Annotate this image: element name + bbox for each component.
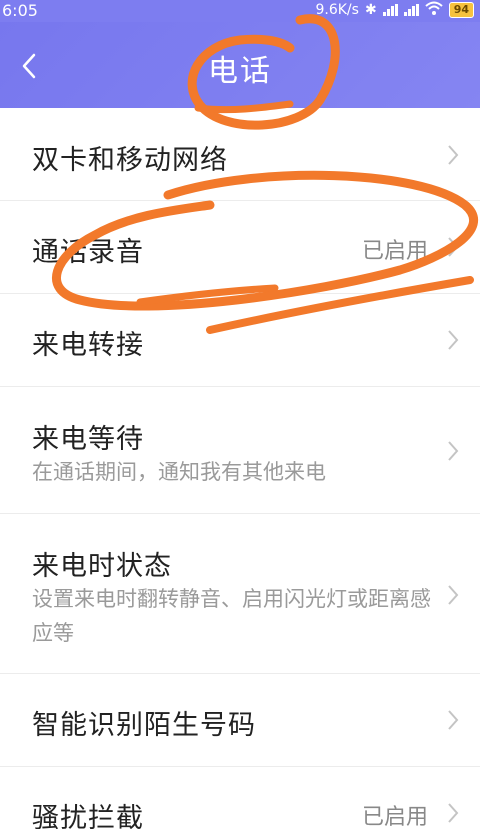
chevron-right-icon [448, 710, 459, 730]
battery-icon: 94 [448, 2, 474, 18]
setting-label: 来电等待 [32, 424, 144, 455]
app-header: 电话 [0, 22, 480, 108]
network-speed: 9.6K/s [315, 2, 359, 18]
setting-value: 已启用 [361, 239, 428, 264]
chevron-right-icon [448, 441, 459, 461]
setting-label: 通话录音 [32, 237, 144, 268]
page-title: 电话 [208, 54, 272, 89]
setting-label: 双卡和移动网络 [32, 145, 228, 176]
bluetooth-icon: ✱ [364, 2, 377, 18]
status-icons: 9.6K/s ✱ 94 [315, 1, 474, 19]
setting-label: 骚扰拦截 [32, 803, 144, 829]
setting-value: 已启用 [361, 805, 428, 829]
signal-icon [382, 4, 398, 16]
setting-dual-sim[interactable]: 双卡和移动网络 [0, 108, 480, 201]
chevron-right-icon [448, 237, 459, 257]
setting-call-recording[interactable]: 通话录音 已启用 [0, 201, 480, 294]
chevron-right-icon [448, 330, 459, 350]
setting-label: 智能识别陌生号码 [32, 710, 256, 741]
chevron-right-icon [448, 145, 459, 165]
setting-label: 来电时状态 [32, 551, 172, 582]
chevron-right-icon [448, 803, 459, 823]
setting-spam-blocking[interactable]: 骚扰拦截 已启用 [0, 767, 480, 829]
status-time: 6:05 [2, 1, 38, 20]
setting-smart-caller-id[interactable]: 智能识别陌生号码 [0, 674, 480, 767]
setting-call-waiting[interactable]: 来电等待 在通话期间，通知我有其他来电 [0, 387, 480, 514]
setting-incoming-call-status[interactable]: 来电时状态 设置来电时翻转静音、启用闪光灯或距离感应等 [0, 514, 480, 674]
chevron-right-icon [448, 585, 459, 605]
signal-2-icon [403, 4, 419, 16]
setting-label: 来电转接 [32, 330, 144, 361]
status-bar: 6:05 9.6K/s ✱ 94 [0, 0, 480, 22]
setting-subtitle: 在通话期间，通知我有其他来电 [32, 460, 326, 484]
settings-list: 双卡和移动网络 通话录音 已启用 来电转接 来电等待 在通话期间，通知我有其他来… [0, 108, 480, 829]
wifi-icon [425, 1, 443, 19]
setting-subtitle: 设置来电时翻转静音、启用闪光灯或距离感应等 [32, 587, 431, 645]
setting-call-forwarding[interactable]: 来电转接 [0, 294, 480, 387]
